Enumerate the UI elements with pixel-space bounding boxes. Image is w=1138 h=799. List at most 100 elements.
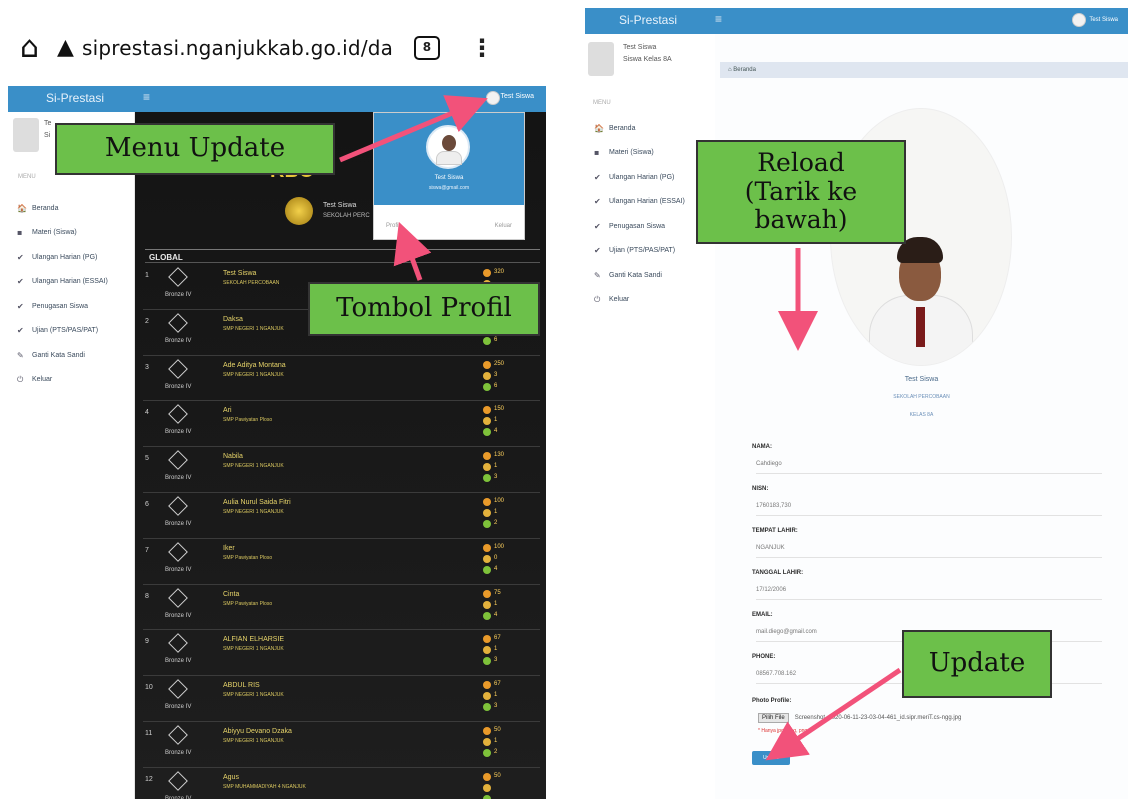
- sidebar-item-materi-siswa[interactable]: ▪ Materi (Siswa): [17, 221, 108, 246]
- field-input[interactable]: 17/12/2006: [756, 586, 1102, 600]
- avatar: [588, 42, 614, 76]
- medal-icon: [168, 587, 188, 608]
- gold-coin-icon: [483, 269, 491, 277]
- choose-file-button[interactable]: Pilih File: [758, 713, 789, 723]
- green-coin-icon: [483, 657, 491, 666]
- left-screenshot: ⌂ ▲ siprestasi.nganjukkab.go.id/dashbo 8…: [0, 0, 560, 799]
- breadcrumb-item[interactable]: Beranda: [733, 67, 756, 73]
- field-input[interactable]: Cahdiego: [756, 460, 1102, 474]
- rank-number: 11: [145, 729, 153, 737]
- annotation-reload: Reload (Tarik ke bawah): [696, 140, 906, 244]
- tier-label: Bronze IV: [165, 383, 192, 390]
- dropdown-user-name: Test Siswa: [434, 175, 464, 181]
- sidebar-item-materi-siswa[interactable]: ▪ Materi (Siswa): [594, 141, 685, 166]
- medal-icon: [168, 633, 188, 654]
- sidebar-item-label: Keluar: [32, 376, 53, 384]
- sidebar-item-ganti-kata-sandi[interactable]: ✎ Ganti Kata Sandi: [594, 263, 685, 288]
- score-c-value: 6: [494, 382, 498, 389]
- sidebar-menu: 🏠 Beranda ▪ Materi (Siswa) ✔ Ulangan Harian (…: [17, 196, 108, 392]
- green-coin-icon: [483, 565, 491, 574]
- user-name[interactable]: Test Siswa: [501, 93, 534, 100]
- more-icon[interactable]: ⋮: [470, 34, 494, 62]
- hamburger-icon[interactable]: ≡: [715, 12, 722, 26]
- sidebar-item-penugasan-siswa[interactable]: ✔ Penugasan Siswa: [17, 294, 108, 319]
- update-button[interactable]: Update: [752, 751, 790, 765]
- sidebar-item-ulangan-harian-pg[interactable]: ✔ Ulangan Harian (PG): [594, 165, 685, 190]
- dropdown-user-email: siswa@gmail.com: [428, 185, 470, 191]
- file-input[interactable]: Pilih File Screenshot_2020-06-11-23-03-0…: [758, 712, 1098, 724]
- points-value: 150: [494, 406, 505, 413]
- field-label: NISN:: [752, 486, 769, 492]
- score-b-value: 1: [494, 646, 498, 653]
- sidebar-item-ulangan-harian-pg[interactable]: ✔ Ulangan Harian (PG): [17, 245, 108, 270]
- sidebar-item-label: Materi (Siswa): [32, 229, 77, 237]
- user-avatar[interactable]: [486, 91, 500, 105]
- profile-button[interactable]: Profil: [386, 223, 400, 229]
- check-icon: ✔: [594, 197, 601, 207]
- sidebar-item-ganti-kata-sandi[interactable]: ✎ Ganti Kata Sandi: [17, 343, 108, 368]
- profile-school: SEKOLAH PERCOBAAN: [893, 394, 950, 400]
- score-b-value: 0: [494, 554, 498, 561]
- silver-coin-icon: [483, 783, 491, 792]
- tabs-icon[interactable]: 8: [413, 35, 440, 60]
- key-icon: ✎: [17, 350, 24, 360]
- browser-url-bar[interactable]: ⌂ ▲ siprestasi.nganjukkab.go.id/dashbo 8…: [20, 20, 540, 75]
- silver-coin-icon: [483, 600, 491, 609]
- score-b-value: 1: [494, 737, 498, 744]
- tier-label: Bronze IV: [165, 704, 192, 711]
- player-name: Aulia Nurul Saida Fitri: [223, 498, 291, 506]
- tier-label: Bronze IV: [165, 566, 192, 573]
- sidebar-item-ujian-pts-pas-pat[interactable]: ✔ Ujian (PTS/PAS/PAT): [594, 239, 685, 264]
- annotation-tombol-profil: Tombol Profil: [308, 282, 540, 336]
- folder-icon: ▪: [17, 228, 23, 238]
- user-avatar[interactable]: [1072, 13, 1086, 27]
- tier-label: Bronze IV: [165, 612, 192, 619]
- leaderboard-row: 7 Bronze IV Iker SMP Pawiyatan Ploso 100 0 4: [143, 539, 540, 585]
- user-name[interactable]: Test Siswa: [1089, 17, 1118, 23]
- brand-logo[interactable]: Si-Prestasi: [619, 13, 677, 27]
- sidebar-profile-name: Te: [44, 120, 52, 127]
- sidebar-item-ujian-pts-pas-pat[interactable]: ✔ Ujian (PTS/PAS/PAT): [17, 319, 108, 344]
- medal-icon: [168, 312, 188, 333]
- home-icon[interactable]: ⌂: [20, 30, 39, 65]
- sidebar-item-keluar[interactable]: ⏻ Keluar: [17, 368, 108, 393]
- silver-coin-icon: [483, 692, 491, 701]
- sidebar-item-penugasan-siswa[interactable]: ✔ Penugasan Siswa: [594, 214, 685, 239]
- score-c-value: 2: [494, 748, 498, 755]
- sidebar-item-keluar[interactable]: ⏻ Keluar: [594, 288, 685, 313]
- logout-button[interactable]: Keluar: [495, 223, 512, 229]
- score-b-value: 3: [494, 371, 498, 378]
- player-school: SMP NEGERI 1 NGANJUK: [223, 371, 284, 378]
- form-field: TEMPAT LAHIR: NGANJUK: [752, 528, 1102, 570]
- rank-number: 1: [145, 272, 149, 279]
- tier-label: Bronze IV: [165, 429, 192, 436]
- field-input[interactable]: NGANJUK: [756, 544, 1102, 558]
- hamburger-icon[interactable]: ≡: [143, 90, 150, 104]
- logout-icon: ⏻: [17, 374, 24, 384]
- score-c-value: 6: [494, 336, 498, 343]
- gold-coin-icon: [483, 360, 491, 369]
- sidebar-item-beranda[interactable]: 🏠 Beranda: [17, 196, 108, 221]
- player-school: SMP NEGERI 1 NGANJUK: [223, 325, 284, 332]
- sidebar-item-ulangan-harian-essai[interactable]: ✔ Ulangan Harian (ESSAI): [17, 270, 108, 295]
- home-icon: 🏠: [17, 203, 27, 213]
- silver-coin-icon: [483, 371, 491, 380]
- warning-icon[interactable]: ▲: [57, 35, 74, 60]
- sidebar-item-ulangan-harian-essai[interactable]: ✔ Ulangan Harian (ESSAI): [594, 190, 685, 215]
- sidebar-item-beranda[interactable]: 🏠 Beranda: [594, 116, 685, 141]
- medal-icon: [168, 770, 188, 791]
- player-name: Agus: [223, 773, 239, 781]
- sidebar-item-label: Ganti Kata Sandi: [32, 351, 85, 359]
- check-icon: ✔: [594, 221, 601, 231]
- field-input[interactable]: 1760183,730: [756, 502, 1102, 516]
- leaderboard-row: 10 Bronze IV ABDUL RIS SMP NEGERI 1 NGANJUK…: [143, 676, 540, 722]
- url-text[interactable]: siprestasi.nganjukkab.go.id/dashbo: [82, 36, 392, 60]
- field-label: TEMPAT LAHIR:: [752, 528, 798, 534]
- score-c-value: 3: [494, 657, 498, 664]
- player-name: Daksa: [223, 315, 243, 323]
- check-icon: ✔: [17, 277, 24, 287]
- green-coin-icon: [483, 474, 491, 483]
- brand-logo[interactable]: Si-Prestasi: [46, 91, 104, 105]
- silver-coin-icon: [483, 463, 491, 472]
- sidebar-item-label: Ganti Kata Sandi: [609, 271, 662, 279]
